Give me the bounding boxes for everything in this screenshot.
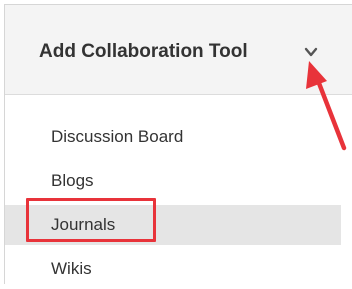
screenshot-frame: Add Collaboration Tool Discussion Board … — [0, 0, 352, 284]
menu-item-wikis[interactable]: Wikis — [5, 249, 341, 289]
add-collaboration-tool-dropdown[interactable]: Add Collaboration Tool — [5, 5, 352, 95]
menu-item-discussion-board[interactable]: Discussion Board — [5, 117, 341, 157]
menu-item-label: Journals — [51, 215, 116, 234]
menu-item-label: Discussion Board — [51, 127, 184, 146]
chevron-down-icon[interactable] — [302, 45, 320, 59]
menu-item-label: Wikis — [51, 259, 92, 278]
collaboration-tool-menu: Add Collaboration Tool Discussion Board … — [4, 4, 352, 284]
menu-item-blogs[interactable]: Blogs — [5, 161, 341, 201]
dropdown-label: Add Collaboration Tool — [39, 41, 248, 62]
menu-item-label: Blogs — [51, 171, 94, 190]
menu-item-journals[interactable]: Journals — [5, 205, 341, 245]
